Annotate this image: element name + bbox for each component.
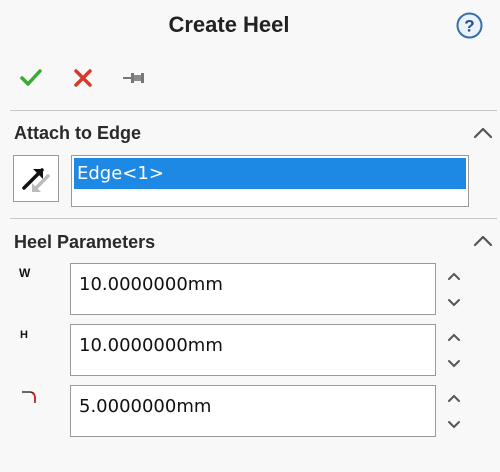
pushpin-icon[interactable] — [119, 64, 147, 92]
selected-edge-item[interactable]: Edge<1> — [74, 158, 466, 189]
divider — [10, 110, 497, 111]
radius-spinner[interactable] — [442, 385, 466, 437]
help-icon[interactable]: ? — [456, 12, 483, 39]
params-section-title: Heel Parameters — [14, 232, 156, 252]
chevron-up-icon[interactable] — [472, 233, 494, 249]
width-label-icon: W — [19, 266, 31, 280]
width-spinner[interactable] — [442, 263, 466, 315]
spin-down-icon[interactable] — [442, 290, 466, 314]
height-input[interactable]: 10.0000000mm — [70, 324, 436, 376]
attach-section-title: Attach to Edge — [14, 123, 142, 143]
panel-title: Create Heel — [168, 12, 290, 37]
height-label-icon: H — [20, 329, 28, 341]
chevron-up-icon[interactable] — [472, 125, 494, 141]
spin-up-icon[interactable] — [442, 265, 466, 289]
spin-up-icon[interactable] — [442, 387, 466, 411]
edge-selector-button[interactable] — [13, 155, 59, 202]
edge-selection-list[interactable]: Edge<1> — [71, 155, 469, 207]
spin-down-icon[interactable] — [442, 412, 466, 436]
svg-text:W: W — [19, 266, 31, 280]
height-spinner[interactable] — [442, 324, 466, 376]
svg-text:H: H — [20, 329, 28, 341]
spin-down-icon[interactable] — [442, 351, 466, 375]
edge-select-arrow-icon — [22, 168, 50, 192]
corner-radius-icon — [22, 391, 36, 403]
ok-checkmark-icon[interactable] — [17, 64, 45, 92]
spin-up-icon[interactable] — [442, 326, 466, 350]
svg-text:?: ? — [464, 17, 474, 36]
divider — [10, 218, 497, 219]
width-input[interactable]: 10.0000000mm — [70, 263, 436, 315]
radius-input[interactable]: 5.0000000mm — [70, 385, 436, 437]
cancel-x-icon[interactable] — [69, 64, 97, 92]
